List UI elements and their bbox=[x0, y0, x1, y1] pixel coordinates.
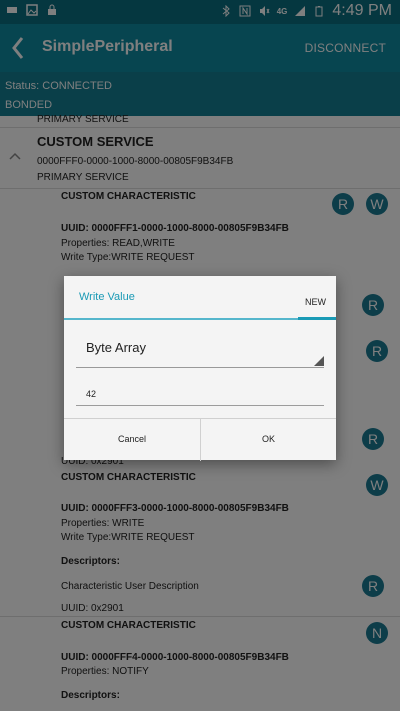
format-select-value: Byte Array bbox=[86, 340, 146, 355]
ok-button[interactable]: OK bbox=[200, 419, 336, 461]
tab-new[interactable]: NEW bbox=[305, 297, 326, 307]
dialog-actions: Cancel OK bbox=[64, 418, 336, 461]
dropdown-arrow-icon bbox=[314, 356, 324, 366]
write-value-dialog: Write Value NEW Byte Array 42 Cancel OK bbox=[64, 276, 336, 461]
value-input[interactable]: 42 bbox=[76, 380, 324, 406]
format-select[interactable]: Byte Array bbox=[76, 334, 324, 368]
tab-underline bbox=[64, 318, 336, 320]
dialog-title: Write Value bbox=[79, 291, 135, 303]
tab-indicator bbox=[298, 317, 336, 320]
cancel-button[interactable]: Cancel bbox=[64, 419, 200, 461]
value-input-text: 42 bbox=[86, 389, 97, 399]
